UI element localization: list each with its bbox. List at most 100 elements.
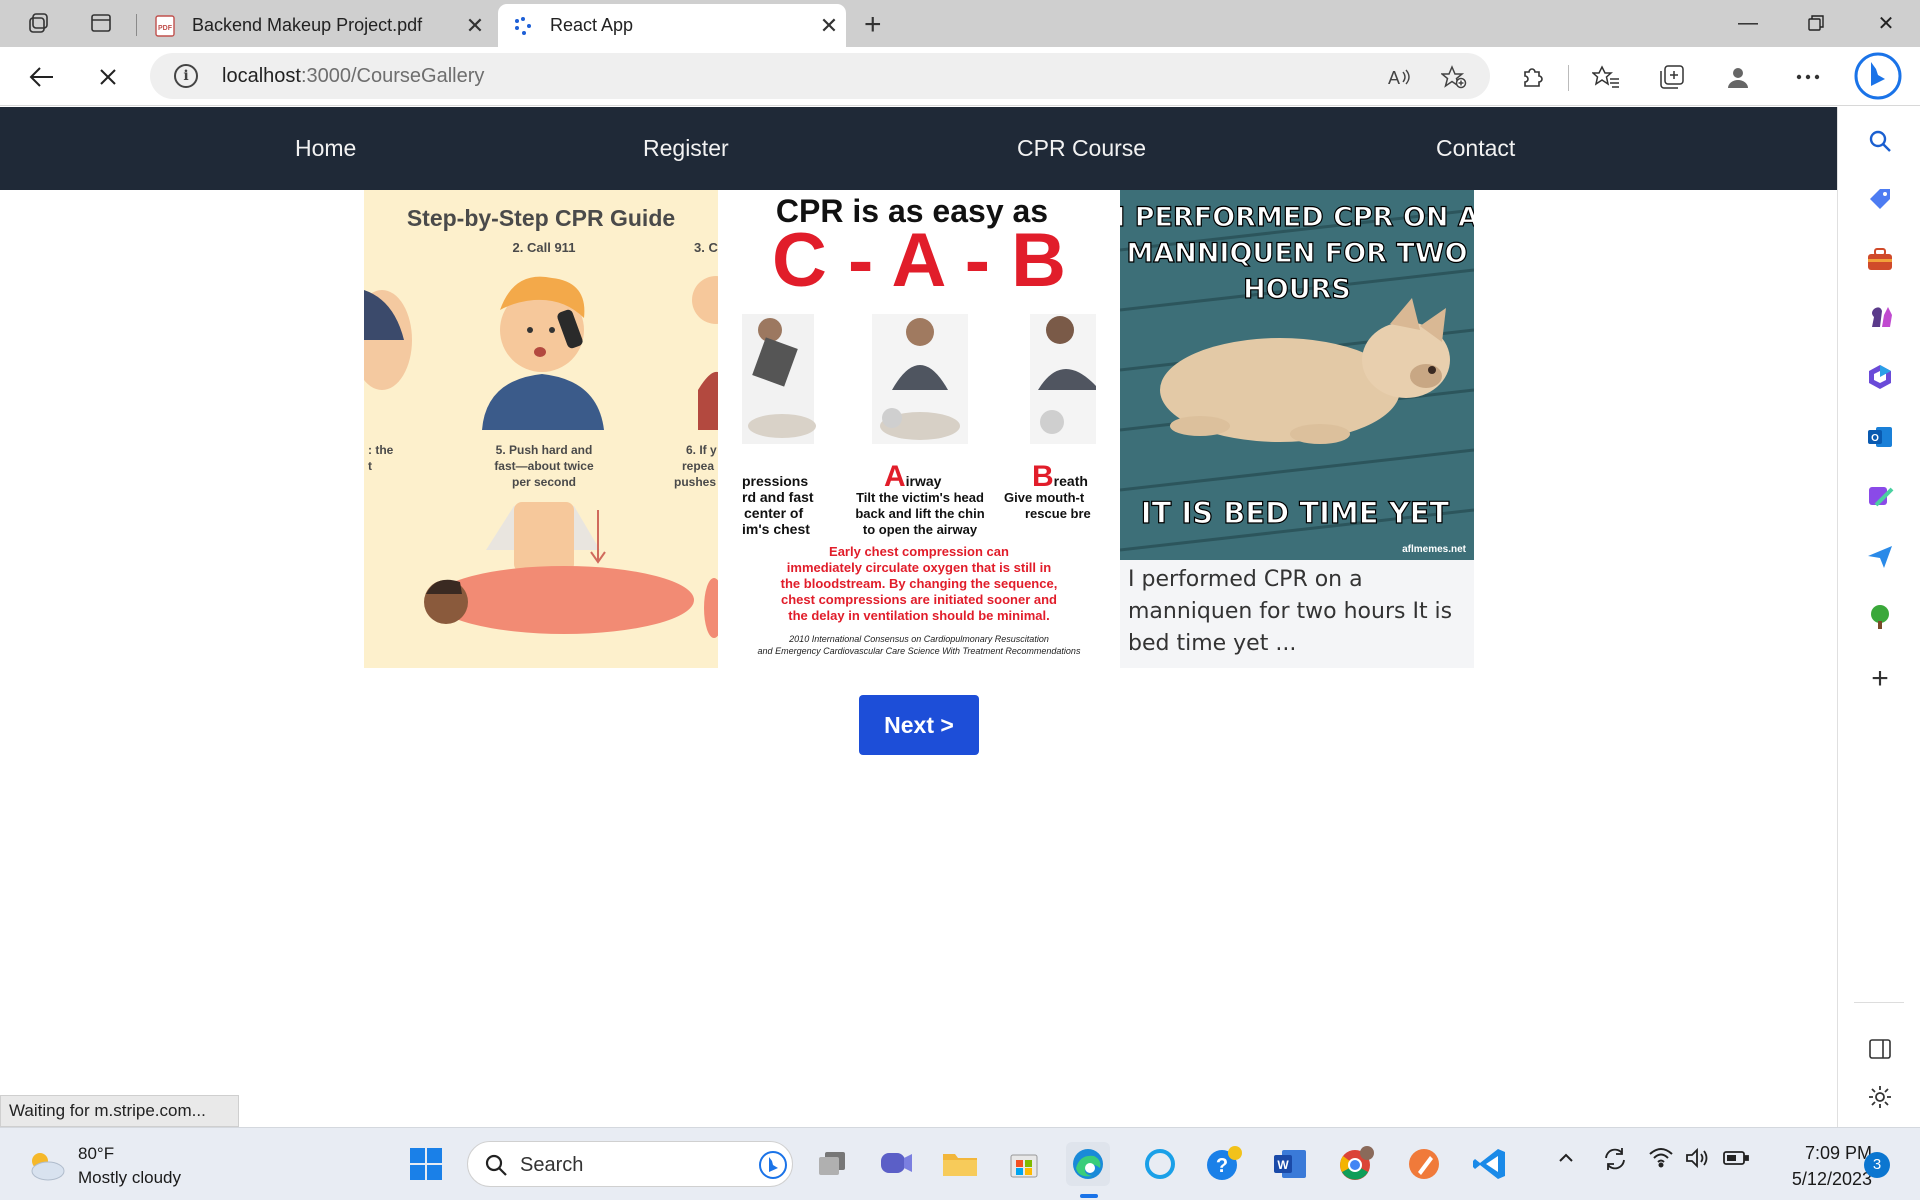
- taskbar-search-input[interactable]: Search: [467, 1141, 793, 1187]
- help-icon[interactable]: ?: [1202, 1142, 1246, 1186]
- status-bar: Waiting for m.stripe.com...: [0, 1095, 239, 1127]
- tab-pdf[interactable]: PDF Backend Makeup Project.pdf ✕: [140, 4, 492, 47]
- gallery-image-cpr-guide[interactable]: Step-by-Step CPR Guide 2. Call 911 3. Cl…: [364, 190, 718, 668]
- nav-register-link[interactable]: Register: [643, 135, 729, 162]
- bing-icon: [759, 1151, 787, 1179]
- designer-icon[interactable]: [1864, 481, 1896, 513]
- close-tab-icon[interactable]: ✕: [458, 13, 492, 39]
- nav-cpr-course-link[interactable]: CPR Course: [1017, 135, 1146, 162]
- react-dots-icon: [512, 15, 534, 37]
- microsoft-store-icon[interactable]: [1002, 1142, 1046, 1186]
- workspaces-icon[interactable]: [22, 8, 56, 38]
- back-icon[interactable]: [22, 59, 62, 95]
- more-options-icon[interactable]: [1792, 63, 1824, 91]
- sync-icon[interactable]: [1602, 1146, 1628, 1177]
- tab-title: Backend Makeup Project.pdf: [192, 15, 423, 35]
- games-icon[interactable]: [1864, 301, 1896, 333]
- search-placeholder: Search: [520, 1154, 584, 1176]
- svg-text:?: ?: [1216, 1155, 1228, 1177]
- outlook-icon[interactable]: O: [1864, 421, 1896, 453]
- windows-taskbar: 80°F Mostly cloudy Search ? W 7:09 PM 5/…: [0, 1127, 1920, 1200]
- card2-cab-letters: C - A - B: [772, 218, 1066, 303]
- add-favorite-icon[interactable]: [1440, 65, 1468, 89]
- course-gallery: Step-by-Step CPR Guide 2. Call 911 3. Cl…: [364, 190, 1474, 668]
- site-info-icon[interactable]: i: [174, 64, 198, 88]
- tab-title: React App: [550, 15, 634, 35]
- shopping-tag-icon[interactable]: [1864, 183, 1896, 215]
- extensions-icon[interactable]: [1516, 63, 1548, 91]
- weather-temp: 80°F: [78, 1144, 115, 1163]
- show-hidden-icons[interactable]: [1556, 1148, 1576, 1173]
- meme-watermark: aflmemes.net: [1402, 544, 1467, 555]
- restore-icon[interactable]: [1786, 6, 1846, 40]
- edge-sidebar: O +: [1837, 107, 1920, 1127]
- card1-step2: 2. Call 911: [513, 240, 576, 255]
- sidebar-divider: [1854, 1002, 1904, 1003]
- new-tab-icon[interactable]: +: [864, 8, 882, 42]
- tab-actions-icon[interactable]: [84, 8, 118, 38]
- search-icon: [485, 1154, 507, 1176]
- site-navbar: Home Register CPR Course Contact: [0, 107, 1837, 190]
- meme-bottom-text: IT IS BED TIME YET: [1141, 496, 1450, 530]
- close-tab-icon[interactable]: ✕: [812, 13, 846, 39]
- add-sidebar-app-icon[interactable]: +: [1864, 662, 1896, 695]
- nav-home-link[interactable]: Home: [295, 135, 356, 162]
- card1-title: Step-by-Step CPR Guide: [407, 205, 675, 231]
- favorites-icon[interactable]: [1590, 63, 1622, 91]
- search-icon[interactable]: [1864, 125, 1896, 157]
- active-app-indicator: [1080, 1194, 1098, 1198]
- hide-sidebar-icon[interactable]: [1864, 1033, 1896, 1065]
- tools-icon[interactable]: [1864, 243, 1896, 275]
- meme-caption: I performed CPR on a manniquen for two h…: [1128, 567, 1453, 656]
- tab-react-app[interactable]: React App ✕: [498, 4, 846, 47]
- teams-chat-icon[interactable]: [874, 1142, 918, 1186]
- stop-loading-icon[interactable]: [88, 59, 128, 95]
- wifi-icon[interactable]: [1648, 1146, 1674, 1173]
- notification-badge[interactable]: 3: [1864, 1152, 1890, 1178]
- gallery-image-cab[interactable]: CPR is as easy as C - A - B pressions rd …: [742, 190, 1096, 668]
- nav-contact-link[interactable]: Contact: [1436, 135, 1515, 162]
- address-bar: i localhost:3000/CourseGallery A: [0, 47, 1920, 106]
- chrome-icon[interactable]: [1334, 1142, 1378, 1186]
- windows-start-icon[interactable]: [404, 1142, 448, 1186]
- collections-icon[interactable]: [1656, 63, 1688, 91]
- cloudy-weather-icon: [31, 1153, 65, 1181]
- svg-text:O: O: [1871, 433, 1879, 444]
- profile-icon[interactable]: [1722, 63, 1754, 91]
- weather-condition: Mostly cloudy: [78, 1168, 181, 1187]
- edge-browser-icon[interactable]: [1066, 1142, 1110, 1186]
- bing-copilot-icon[interactable]: [1852, 50, 1904, 102]
- cortana-icon[interactable]: [1138, 1142, 1182, 1186]
- pdf-icon: PDF: [154, 14, 176, 37]
- microsoft-365-icon[interactable]: [1864, 361, 1896, 393]
- system-clock[interactable]: 7:09 PM 5/12/2023: [1760, 1140, 1872, 1192]
- word-icon[interactable]: W: [1268, 1142, 1312, 1186]
- task-view-icon[interactable]: [810, 1142, 854, 1186]
- close-window-icon[interactable]: ✕: [1856, 6, 1916, 40]
- card1-step3: 3. Cl: [694, 240, 718, 255]
- url-text: localhost:3000/CourseGallery: [222, 65, 485, 87]
- vscode-icon[interactable]: [1468, 1142, 1512, 1186]
- tab-strip: PDF Backend Makeup Project.pdf ✕ React A…: [0, 0, 1920, 47]
- web-page: Home Register CPR Course Contact Step-by…: [0, 107, 1837, 1127]
- url-field[interactable]: i localhost:3000/CourseGallery A: [150, 53, 1490, 99]
- clock-time: 7:09 PM: [1804, 1143, 1872, 1163]
- file-explorer-icon[interactable]: [938, 1142, 982, 1186]
- pen-app-icon[interactable]: [1402, 1142, 1446, 1186]
- card2-airway-text: Tilt the victim's head back and lift the …: [855, 490, 984, 537]
- minimize-icon[interactable]: —: [1718, 6, 1778, 40]
- svg-text:A: A: [1388, 68, 1400, 88]
- tab-separator: [136, 14, 137, 36]
- next-button[interactable]: Next >: [859, 695, 979, 755]
- volume-icon[interactable]: [1684, 1146, 1710, 1175]
- battery-icon[interactable]: [1722, 1148, 1750, 1173]
- tree-icon[interactable]: [1864, 601, 1896, 633]
- svg-text:PDF: PDF: [158, 25, 173, 32]
- settings-gear-icon[interactable]: [1864, 1081, 1896, 1113]
- read-aloud-icon[interactable]: A: [1386, 65, 1414, 89]
- weather-widget[interactable]: 80°F Mostly cloudy: [26, 1142, 181, 1190]
- clock-date: 5/12/2023: [1791, 1169, 1872, 1189]
- gallery-card-meme[interactable]: I PERFORMED CPR ON A MANNIQUEN FOR TWO HOU…: [1120, 190, 1474, 668]
- svg-text:W: W: [1277, 1158, 1289, 1172]
- send-icon[interactable]: [1864, 541, 1896, 573]
